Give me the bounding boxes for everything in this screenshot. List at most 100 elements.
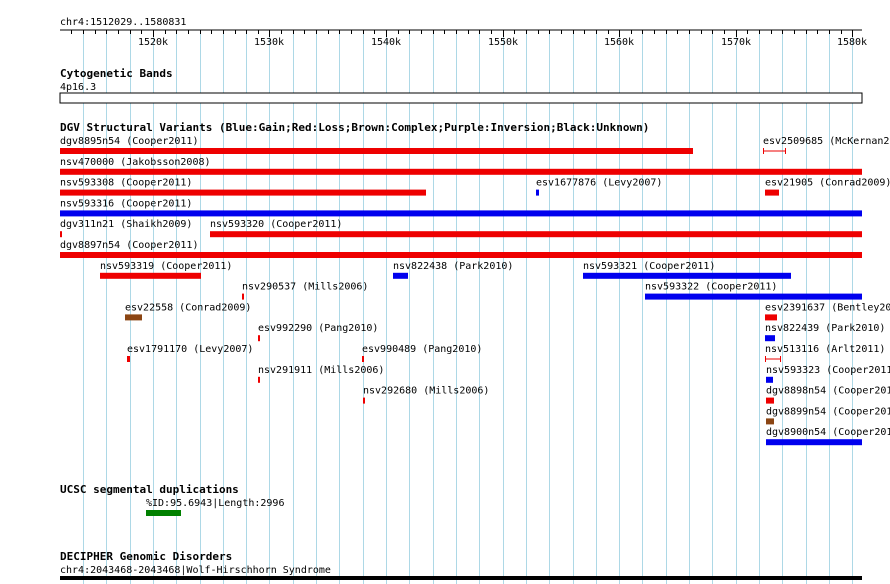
feature-bar — [258, 376, 260, 383]
dgv-track-title: DGV Structural Variants (Blue:Gain;Red:L… — [60, 121, 649, 134]
dgv-variant[interactable]: nsv291911 (Mills2006) — [258, 365, 384, 383]
feature-bar — [60, 252, 862, 258]
region-label: chr4:1512029..1580831 — [60, 17, 186, 28]
segdup-track-title: UCSC segmental duplications — [60, 483, 239, 496]
dgv-variant[interactable]: esv990489 (Pang2010) — [362, 344, 482, 362]
dgv-variant[interactable]: esv1677876 (Levy2007) — [536, 178, 662, 196]
dgv-variant[interactable]: esv992290 (Pang2010) — [258, 323, 378, 342]
ruler-tick-label: 1540k — [371, 37, 401, 48]
cytoband-track-title: Cytogenetic Bands — [60, 67, 173, 80]
dgv-variant[interactable]: nsv593308 (Cooper2011) — [60, 178, 426, 196]
dgv-variant[interactable]: nsv593320 (Cooper2011) — [210, 219, 862, 238]
segdup-track: UCSC segmental duplications %ID:95.6943|… — [60, 483, 284, 516]
feature-bar — [766, 397, 774, 404]
segdup-features: %ID:95.6943|Length:2996 — [146, 498, 284, 516]
cytoband-track: Cytogenetic Bands 4p16.3 — [59, 67, 863, 104]
feature-bar — [242, 293, 244, 300]
feature-label: nsv593308 (Cooper2011) — [60, 178, 192, 189]
feature-label: nsv822439 (Park2010) — [765, 323, 885, 334]
dgv-variant[interactable]: nsv292680 (Mills2006) — [363, 386, 489, 404]
feature-bar — [60, 168, 862, 175]
feature-label: nsv593320 (Cooper2011) — [210, 219, 342, 230]
feature-bar — [766, 376, 773, 383]
dgv-variant[interactable]: nsv513116 (Arlt2011) — [765, 344, 885, 362]
dgv-variant[interactable]: esv2509685 (McKernan2009) — [763, 136, 890, 154]
feature-label: esv2509685 (McKernan2009) — [763, 136, 890, 147]
cytoband-ideogram[interactable] — [59, 92, 863, 104]
dgv-variant[interactable]: esv22558 (Conrad2009) — [125, 302, 251, 321]
ruler-ticks: 1520k 1530k 1540k 1550k 1560k 1570k 1580k — [71, 30, 867, 48]
feature-label: esv21905 (Conrad2009) — [765, 178, 890, 189]
feature-label: esv2391637 (Bentley2008) — [765, 302, 890, 313]
segdup-feature[interactable]: %ID:95.6943|Length:2996 — [146, 498, 284, 516]
feature-bar — [127, 356, 130, 362]
feature-label: nsv822438 (Park2010) — [393, 261, 513, 272]
dgv-variant[interactable]: nsv470000 (Jakobsson2008) — [60, 157, 862, 175]
feature-bar — [765, 189, 779, 196]
feature-bar — [363, 397, 365, 404]
dgv-variant[interactable]: dgv8899n54 (Cooper2011) — [766, 406, 890, 425]
decipher-feature-label[interactable]: chr4:2043468-2043468|Wolf-Hirschhorn Syn… — [60, 565, 331, 576]
feature-bar — [393, 272, 408, 279]
feature-label: dgv8895n54 (Cooper2011) — [60, 136, 198, 147]
ruler-tick-label: 1570k — [721, 37, 751, 48]
dgv-features: dgv8895n54 (Cooper2011) esv2509685 (McKer… — [60, 136, 890, 446]
dgv-variant[interactable]: nsv822439 (Park2010) — [765, 323, 885, 342]
feature-bar — [645, 293, 862, 300]
feature-bar — [765, 335, 775, 342]
feature-label: nsv513116 (Arlt2011) — [765, 344, 885, 355]
feature-bar — [60, 189, 426, 196]
dgv-variant[interactable]: nsv593316 (Cooper2011) — [60, 198, 862, 217]
feature-bar — [766, 439, 862, 446]
dgv-variant[interactable]: dgv8895n54 (Cooper2011) — [60, 136, 693, 154]
ruler-tick-label: 1560k — [604, 37, 634, 48]
ruler-tick-label: 1520k — [138, 37, 168, 48]
ruler: chr4:1512029..1580831 1520k 1530k 1540k 155… — [60, 17, 867, 48]
feature-label: nsv593323 (Cooper2011) — [766, 365, 890, 376]
feature-bar — [210, 231, 862, 238]
feature-label: esv990489 (Pang2010) — [362, 344, 482, 355]
dgv-variant[interactable]: esv2391637 (Bentley2008) — [765, 302, 890, 321]
feature-label: esv1677876 (Levy2007) — [536, 178, 662, 189]
feature-bar — [60, 148, 693, 154]
dgv-variant[interactable]: nsv822438 (Park2010) — [393, 261, 513, 279]
dgv-variant[interactable]: dgv8900n54 (Cooper2011) — [766, 427, 890, 446]
decipher-track-title: DECIPHER Genomic Disorders — [60, 550, 232, 563]
feature-label: nsv593322 (Cooper2011) — [645, 282, 777, 293]
feature-bar — [766, 418, 774, 425]
feature-label: nsv292680 (Mills2006) — [363, 386, 489, 397]
ruler-tick-label: 1580k — [837, 37, 867, 48]
feature-label: nsv291911 (Mills2006) — [258, 365, 384, 376]
dgv-variant[interactable]: nsv593323 (Cooper2011) — [766, 365, 890, 383]
feature-label: dgv311n21 (Shaikh2009) — [60, 219, 192, 230]
feature-bar — [60, 210, 862, 217]
feature-label: dgv8900n54 (Cooper2011) — [766, 427, 890, 438]
dgv-variant[interactable]: dgv8898n54 (Cooper2011) — [766, 386, 890, 404]
feature-bar — [362, 356, 364, 362]
feature-label: esv22558 (Conrad2009) — [125, 302, 251, 313]
feature-bar — [583, 272, 791, 279]
feature-bar — [60, 231, 62, 238]
cytoband-label: 4p16.3 — [60, 82, 96, 93]
feature-label: nsv593321 (Cooper2011) — [583, 261, 715, 272]
dgv-variant[interactable]: nsv593319 (Cooper2011) — [100, 261, 232, 279]
feature-bar — [536, 189, 539, 196]
decipher-feature-bar[interactable] — [60, 576, 862, 580]
feature-label: dgv8897n54 (Cooper2011) — [60, 240, 198, 251]
dgv-variant[interactable]: nsv290537 (Mills2006) — [242, 282, 368, 300]
feature-bar — [765, 314, 777, 321]
feature-label: nsv470000 (Jakobsson2008) — [60, 157, 211, 168]
feature-label: nsv290537 (Mills2006) — [242, 282, 368, 293]
dgv-variant[interactable]: esv1791170 (Levy2007) — [127, 344, 253, 362]
feature-label: esv992290 (Pang2010) — [258, 323, 378, 334]
ruler-tick-label: 1530k — [254, 37, 284, 48]
decipher-track: DECIPHER Genomic Disorders chr4:2043468-… — [60, 550, 862, 580]
feature-bar — [258, 335, 260, 342]
feature-bar — [125, 314, 142, 321]
dgv-variant[interactable]: esv21905 (Conrad2009) — [765, 178, 890, 196]
dgv-variant[interactable]: dgv311n21 (Shaikh2009) — [60, 219, 192, 238]
dgv-variant[interactable]: dgv8897n54 (Cooper2011) — [60, 240, 862, 258]
feature-label: esv1791170 (Levy2007) — [127, 344, 253, 355]
feature-label: %ID:95.6943|Length:2996 — [146, 498, 284, 509]
feature-label: nsv593319 (Cooper2011) — [100, 261, 232, 272]
